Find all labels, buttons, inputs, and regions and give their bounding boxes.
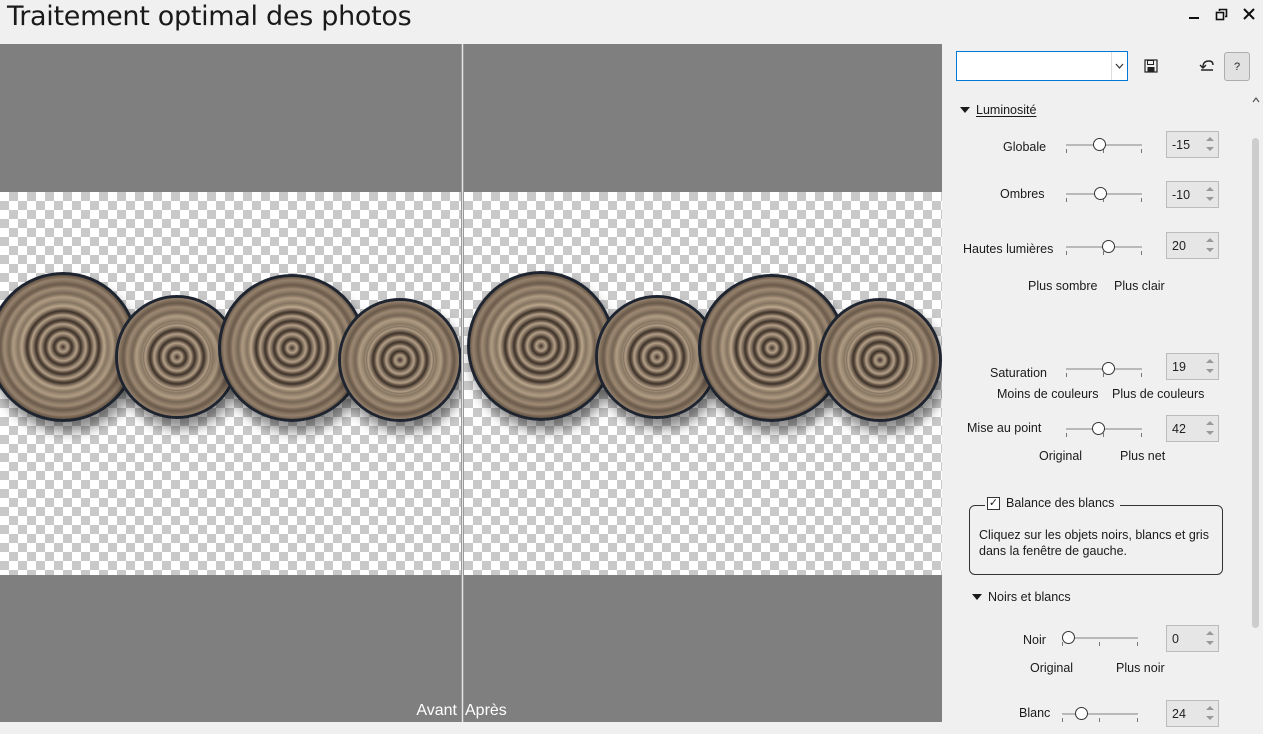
before-label: Avant bbox=[416, 702, 457, 719]
scroll-thumb[interactable] bbox=[1252, 138, 1259, 628]
white-slider[interactable] bbox=[1062, 704, 1138, 724]
bw-original-label: Original bbox=[1030, 661, 1074, 675]
shadows-label: Ombres bbox=[1000, 187, 1045, 201]
collapse-triangle-icon bbox=[972, 594, 982, 600]
restore-icon bbox=[1215, 8, 1227, 20]
slider-thumb[interactable] bbox=[1093, 138, 1106, 151]
slider-thumb[interactable] bbox=[1092, 422, 1105, 435]
black-spinbox[interactable]: 0 bbox=[1166, 625, 1219, 652]
highlights-slider[interactable] bbox=[1066, 237, 1142, 257]
close-icon bbox=[1243, 8, 1255, 20]
saturation-value: 19 bbox=[1172, 360, 1186, 374]
brightness-section-header[interactable]: Luminosité bbox=[960, 103, 1036, 117]
preset-dropdown[interactable] bbox=[956, 51, 1128, 81]
global-slider[interactable] bbox=[1066, 135, 1142, 155]
highlights-value: 20 bbox=[1172, 239, 1186, 253]
original-label: Original bbox=[1039, 449, 1083, 463]
focus-label: Mise au point bbox=[967, 421, 1042, 435]
saturation-slider[interactable] bbox=[1066, 359, 1142, 379]
black-slider[interactable] bbox=[1062, 628, 1138, 648]
white-label: Blanc bbox=[1019, 706, 1051, 720]
black-value: 0 bbox=[1172, 632, 1179, 646]
before-preview[interactable]: Avant bbox=[0, 44, 461, 722]
white-balance-label: Balance des blancs bbox=[1006, 496, 1115, 510]
after-label: Après bbox=[465, 702, 507, 719]
panel-scrollbar[interactable] bbox=[1249, 96, 1263, 734]
saturation-spinbox[interactable]: 19 bbox=[1166, 353, 1219, 380]
focus-value: 42 bbox=[1172, 422, 1186, 436]
scroll-up-icon[interactable] bbox=[1252, 96, 1260, 106]
adjustment-panel: ? Luminosité Globale -15 Ombres -10 Haut… bbox=[943, 44, 1263, 734]
more-colors-label: Plus de couleurs bbox=[1112, 387, 1205, 401]
window-title: Traitement optimal des photos bbox=[7, 1, 412, 32]
white-balance-checkbox[interactable]: ✓ bbox=[987, 496, 1000, 510]
global-value: -15 bbox=[1172, 138, 1191, 152]
help-button[interactable]: ? bbox=[1224, 52, 1250, 81]
less-colors-label: Moins de couleurs bbox=[997, 387, 1099, 401]
after-preview[interactable]: Après bbox=[464, 44, 942, 722]
blacker-label: Plus noir bbox=[1116, 661, 1165, 675]
darker-label: Plus sombre bbox=[1028, 279, 1098, 293]
black-label: Noir bbox=[1023, 633, 1046, 647]
close-button[interactable] bbox=[1236, 3, 1262, 25]
shadows-spinbox[interactable]: -10 bbox=[1166, 181, 1219, 208]
wood-disc-image bbox=[818, 298, 942, 422]
white-value: 24 bbox=[1172, 707, 1186, 721]
slider-thumb[interactable] bbox=[1075, 707, 1088, 720]
lighter-label: Plus clair bbox=[1114, 279, 1165, 293]
white-spinbox[interactable]: 24 bbox=[1166, 700, 1219, 727]
black-white-section-header[interactable]: Noirs et blancs bbox=[972, 590, 1071, 604]
saturation-label: Saturation bbox=[990, 366, 1047, 380]
save-preset-button[interactable] bbox=[1138, 53, 1164, 79]
chevron-down-icon[interactable] bbox=[1111, 52, 1127, 80]
highlights-spinbox[interactable]: 20 bbox=[1166, 232, 1219, 259]
highlights-label: Hautes lumières bbox=[963, 242, 1054, 256]
minimize-icon bbox=[1189, 17, 1199, 19]
sharper-label: Plus net bbox=[1120, 449, 1166, 463]
shadows-slider[interactable] bbox=[1066, 184, 1142, 204]
white-balance-description: Cliquez sur les objets noirs, blancs et … bbox=[979, 528, 1209, 558]
shadows-value: -10 bbox=[1172, 188, 1191, 202]
slider-thumb[interactable] bbox=[1102, 362, 1115, 375]
global-label: Globale bbox=[1003, 140, 1047, 154]
wood-disc-image bbox=[467, 271, 615, 421]
title-bar: Traitement optimal des photos bbox=[0, 0, 1263, 32]
save-icon bbox=[1144, 59, 1158, 73]
collapse-triangle-icon bbox=[960, 107, 970, 113]
restore-button[interactable] bbox=[1208, 3, 1234, 25]
slider-thumb[interactable] bbox=[1094, 187, 1107, 200]
slider-thumb[interactable] bbox=[1102, 240, 1115, 253]
global-spinbox[interactable]: -15 bbox=[1166, 131, 1219, 158]
wood-disc-image bbox=[338, 298, 461, 422]
focus-slider[interactable] bbox=[1066, 419, 1142, 439]
reset-icon bbox=[1199, 60, 1214, 71]
black-white-header-label: Noirs et blancs bbox=[988, 590, 1071, 604]
minimize-button[interactable] bbox=[1181, 3, 1207, 25]
reset-button[interactable] bbox=[1194, 53, 1220, 79]
preview-area: Avant Après bbox=[0, 44, 942, 722]
focus-spinbox[interactable]: 42 bbox=[1166, 415, 1219, 442]
slider-thumb[interactable] bbox=[1062, 631, 1075, 644]
brightness-header-label: Luminosité bbox=[976, 103, 1037, 117]
white-balance-toggle[interactable]: ✓ Balance des blancs bbox=[985, 496, 1121, 510]
